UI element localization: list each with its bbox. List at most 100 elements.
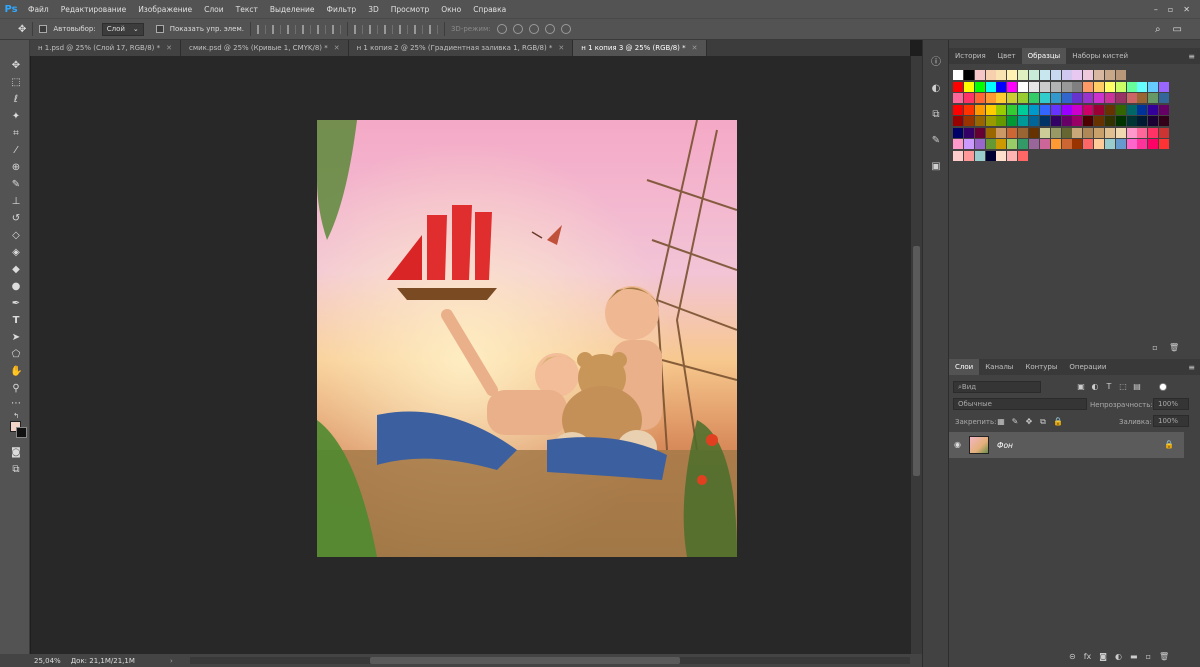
color-swatch[interactable]: [1104, 70, 1115, 80]
menu-image[interactable]: Изображение: [132, 5, 198, 14]
color-swatch[interactable]: [974, 116, 985, 126]
background-color-swatch[interactable]: [16, 427, 27, 438]
eyedropper-tool-icon[interactable]: ⁄: [10, 145, 22, 157]
menu-select[interactable]: Выделение: [264, 5, 321, 14]
layer-style-icon[interactable]: fx: [1084, 652, 1092, 661]
color-swatch[interactable]: [1061, 104, 1072, 115]
distribute-hcenter-icon[interactable]: [413, 24, 423, 34]
menu-3d[interactable]: 3D: [362, 5, 385, 14]
healing-brush-tool-icon[interactable]: ⊕: [10, 162, 22, 174]
align-left-icon[interactable]: [301, 24, 311, 34]
close-icon[interactable]: ✕: [166, 44, 172, 52]
color-swatch[interactable]: [1148, 93, 1159, 103]
color-swatch[interactable]: [1050, 93, 1061, 103]
panel-menu-icon[interactable]: ≡: [1188, 363, 1200, 372]
filter-type-icon[interactable]: T: [1105, 383, 1113, 391]
color-swatch[interactable]: [1039, 127, 1050, 138]
more-tools-icon[interactable]: ⋯: [10, 398, 22, 410]
document-tab[interactable]: смик.psd @ 25% (Кривые 1, CMYK/8) * ✕: [181, 40, 349, 56]
color-swatch[interactable]: [996, 81, 1007, 92]
close-icon[interactable]: ✕: [334, 44, 340, 52]
color-swatch[interactable]: [1115, 127, 1126, 138]
pen-tool-icon[interactable]: ✒: [10, 298, 22, 310]
color-swatch[interactable]: [1115, 93, 1126, 103]
panel-menu-icon[interactable]: ≡: [1188, 52, 1200, 61]
close-button[interactable]: ✕: [1183, 5, 1190, 14]
visibility-eye-icon[interactable]: ◉: [954, 440, 961, 449]
brushes-icon[interactable]: ✎: [929, 134, 943, 148]
color-swatch[interactable]: [1126, 104, 1137, 115]
color-swatch[interactable]: [985, 104, 996, 115]
search-icon[interactable]: ⌕: [1155, 24, 1161, 35]
filter-pixel-icon[interactable]: ▣: [1077, 383, 1085, 391]
color-swatch[interactable]: [1007, 127, 1018, 138]
color-swatch[interactable]: [963, 127, 974, 138]
color-swatch[interactable]: [974, 139, 985, 149]
color-swatch[interactable]: [1028, 93, 1039, 103]
trash-icon[interactable]: 🗑: [1169, 344, 1179, 352]
lock-transparent-icon[interactable]: ▦: [997, 418, 1005, 426]
color-swatch[interactable]: [963, 93, 974, 103]
color-swatch[interactable]: [1126, 139, 1137, 149]
tab-history[interactable]: История: [949, 48, 992, 64]
filter-adjust-icon[interactable]: ◐: [1091, 383, 1099, 391]
color-swatch[interactable]: [974, 150, 985, 161]
menu-text[interactable]: Текст: [230, 5, 264, 14]
color-swatch[interactable]: [963, 70, 974, 80]
new-layer-icon[interactable]: ▫: [1146, 652, 1151, 661]
color-swatch[interactable]: [1148, 127, 1159, 138]
color-swatch[interactable]: [953, 70, 963, 80]
color-swatch[interactable]: [1115, 81, 1126, 92]
color-swatch[interactable]: [1072, 127, 1083, 138]
color-swatch[interactable]: [1007, 81, 1018, 92]
blur-tool-icon[interactable]: ◆: [10, 264, 22, 276]
color-swatch[interactable]: [953, 81, 963, 92]
color-swatch[interactable]: [1061, 81, 1072, 92]
libraries-icon[interactable]: ⧉: [929, 108, 943, 122]
document-tab[interactable]: н 1.psd @ 25% (Слой 17, RGB/8) * ✕: [30, 40, 181, 56]
align-hcenter-icon[interactable]: [316, 24, 326, 34]
fill-field[interactable]: 100%: [1153, 415, 1189, 427]
filter-shape-icon[interactable]: ⬚: [1119, 383, 1127, 391]
color-swatch[interactable]: [1115, 116, 1126, 126]
gradient-tool-icon[interactable]: ◈: [10, 247, 22, 259]
color-swatch[interactable]: [1028, 127, 1039, 138]
color-swatch[interactable]: [953, 139, 963, 149]
color-swatch[interactable]: [1061, 127, 1072, 138]
color-swatch[interactable]: [953, 104, 963, 115]
color-swatch[interactable]: [1126, 116, 1137, 126]
color-swatch[interactable]: [1018, 127, 1029, 138]
color-swatch[interactable]: [1104, 116, 1115, 126]
color-swatch[interactable]: [1104, 139, 1115, 149]
color-swatch[interactable]: [1061, 139, 1072, 149]
screen-mode-icon[interactable]: ⧉: [10, 464, 22, 476]
color-swatch[interactable]: [953, 127, 963, 138]
color-swatch[interactable]: [1126, 81, 1137, 92]
color-swatch[interactable]: [1159, 127, 1170, 138]
color-swatch[interactable]: [974, 127, 985, 138]
3d-rotate-icon[interactable]: [496, 24, 507, 34]
menu-help[interactable]: Справка: [467, 5, 512, 14]
color-swatch[interactable]: [1083, 116, 1094, 126]
color-swatch[interactable]: [963, 150, 974, 161]
color-swatch[interactable]: [963, 116, 974, 126]
color-swatch[interactable]: [1018, 70, 1029, 80]
layer-filter-dropdown[interactable]: ⌕ Вид: [953, 381, 1041, 393]
link-layers-icon[interactable]: ⊝: [1069, 652, 1076, 661]
color-swatch[interactable]: [1050, 116, 1061, 126]
color-swatch[interactable]: [1148, 104, 1159, 115]
opacity-field[interactable]: 100%: [1153, 398, 1189, 410]
menu-edit[interactable]: Редактирование: [55, 5, 132, 14]
new-group-icon[interactable]: ▬: [1130, 652, 1138, 661]
menu-layers[interactable]: Слои: [198, 5, 230, 14]
color-swatch[interactable]: [1104, 127, 1115, 138]
tab-paths[interactable]: Контуры: [1019, 359, 1063, 375]
3d-pan-icon[interactable]: [528, 24, 539, 34]
color-swatch[interactable]: [1083, 70, 1094, 80]
color-swatch[interactable]: [974, 70, 985, 80]
type-tool-icon[interactable]: T: [10, 315, 22, 327]
color-swatch[interactable]: [1050, 70, 1061, 80]
color-swatch[interactable]: [985, 93, 996, 103]
color-swatch[interactable]: [1039, 139, 1050, 149]
tab-channels[interactable]: Каналы: [979, 359, 1019, 375]
